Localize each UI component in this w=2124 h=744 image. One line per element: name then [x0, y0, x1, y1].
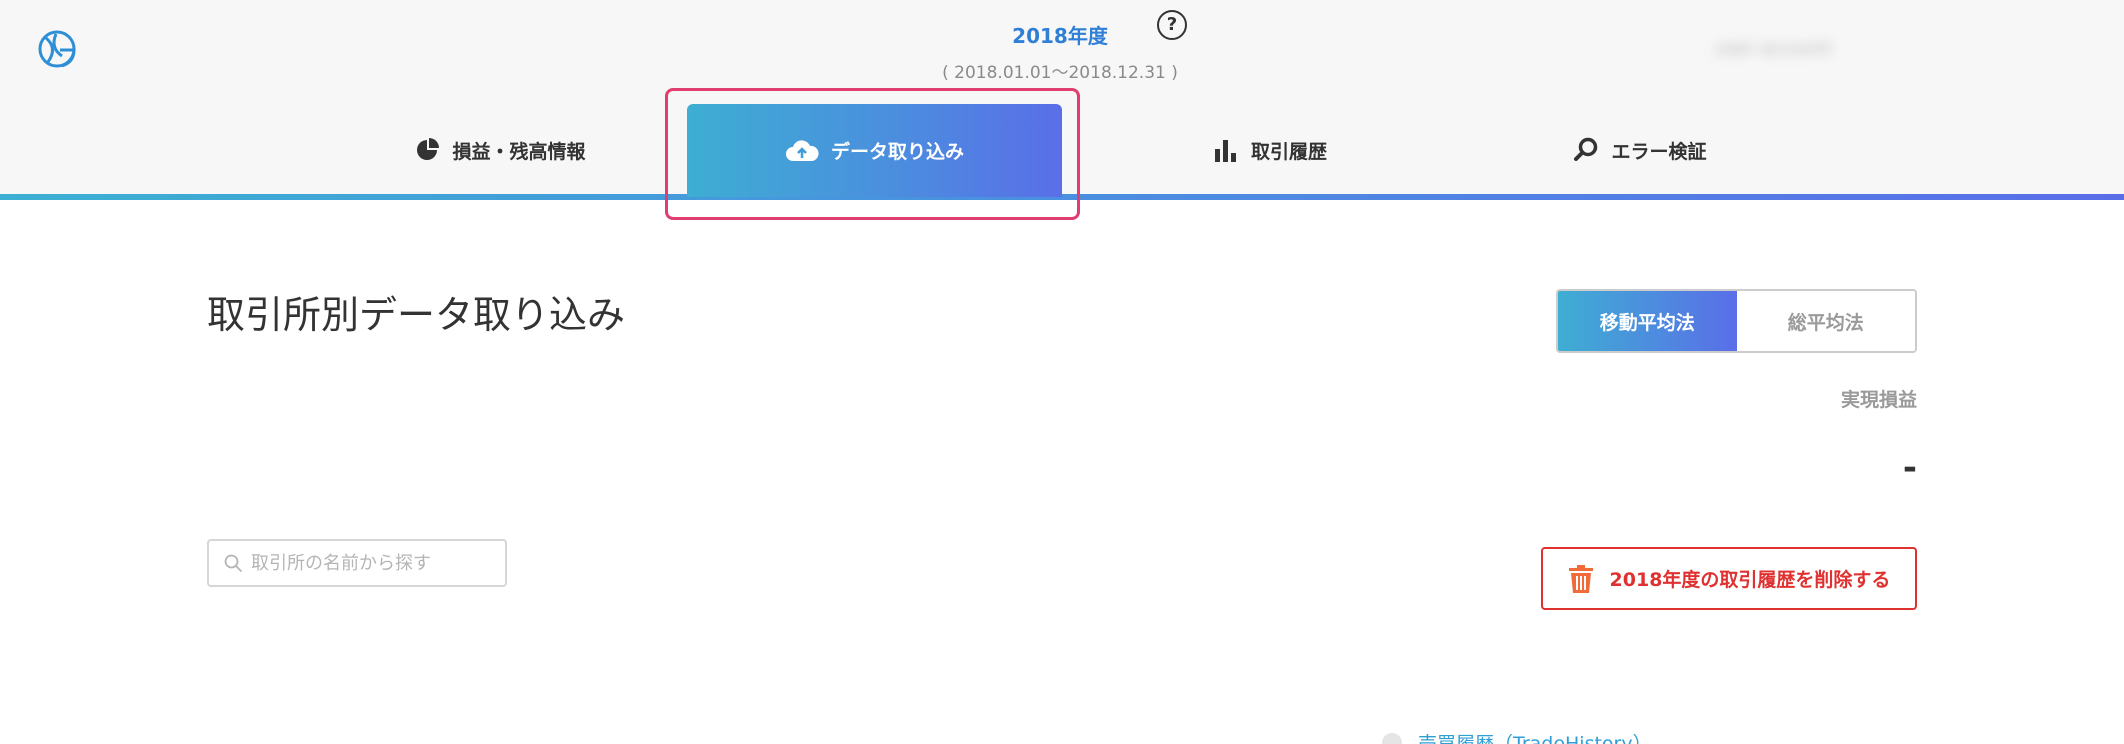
delete-button-label: 2018年度の取引履歴を削除する: [1609, 569, 1891, 591]
account-label: user account: [1715, 38, 1832, 59]
realized-pnl-value: -: [1902, 448, 1917, 488]
tab-label: 取引履歴: [1250, 140, 1327, 163]
delete-trade-history-button[interactable]: 2018年度の取引履歴を削除する: [1541, 547, 1917, 610]
account-menu[interactable]: user account: [1715, 38, 2085, 66]
realized-pnl-label: 実現損益: [1840, 389, 1917, 411]
moving-average-option[interactable]: 移動平均法: [1558, 291, 1737, 351]
bar-chart-icon: [1214, 140, 1236, 162]
date-range-label: ( 2018.01.01～2018.12.31 ): [942, 63, 1178, 83]
trade-history-link-label: 売買履歴（TradeHistory）: [1418, 733, 1652, 744]
pie-chart-icon: [417, 138, 440, 160]
trash-icon: [1568, 564, 1593, 593]
exchange-search-input[interactable]: [251, 552, 501, 574]
search-icon: [1574, 137, 1598, 161]
active-tab-highlight: [665, 88, 1080, 220]
total-average-option[interactable]: 総平均法: [1736, 291, 1915, 351]
tab-error-check[interactable]: エラー検証: [1520, 104, 1760, 196]
logo-icon[interactable]: [36, 26, 82, 72]
tab-trade-history[interactable]: 取引履歴: [1150, 104, 1390, 196]
cost-method-toggle: 移動平均法 総平均法: [1556, 289, 1917, 353]
tab-label: エラー検証: [1611, 140, 1707, 163]
trade-history-link[interactable]: 売買履歴（TradeHistory）: [1382, 729, 1652, 744]
page-title: 取引所別データ取り込み: [207, 293, 626, 337]
search-icon: [224, 554, 242, 572]
exchange-search[interactable]: [207, 539, 507, 587]
status-dot: [1382, 732, 1402, 744]
tab-pnl-balance[interactable]: 損益・残高情報: [380, 104, 620, 196]
help-icon[interactable]: ?: [1157, 10, 1187, 40]
tab-label: 損益・残高情報: [452, 140, 586, 163]
fiscal-year-label[interactable]: 2018年度: [990, 20, 1130, 49]
